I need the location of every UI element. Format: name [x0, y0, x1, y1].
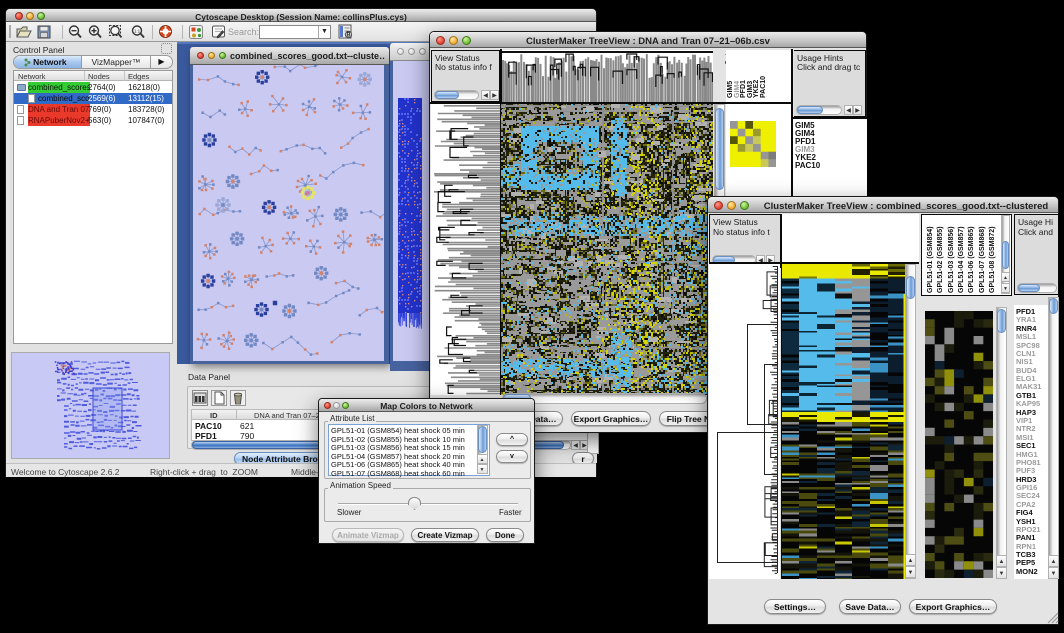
svg-text:B: B — [346, 33, 351, 39]
svg-text:1:1: 1:1 — [134, 29, 141, 34]
